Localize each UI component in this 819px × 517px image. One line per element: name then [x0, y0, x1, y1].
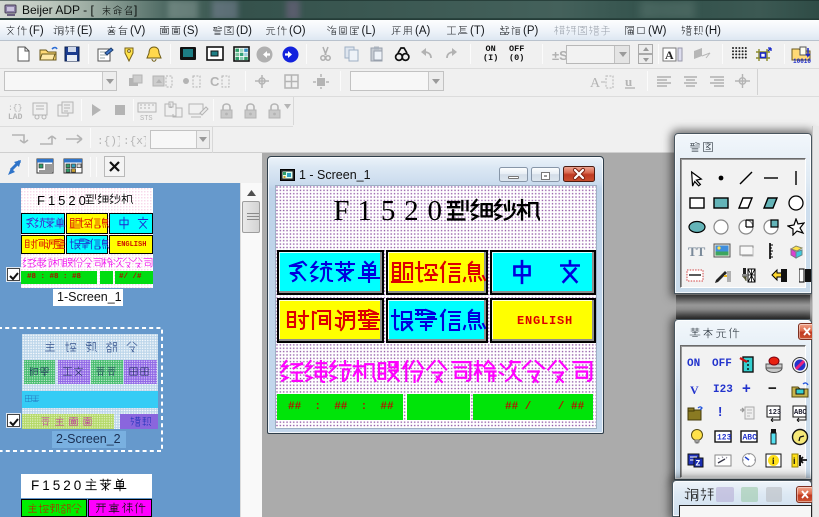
svg-text:C: C	[210, 74, 220, 89]
svg-text:A: A	[665, 48, 674, 62]
svg-text:i: i	[793, 456, 796, 466]
svg-text:Z: Z	[696, 460, 701, 469]
svg-text:A: A	[590, 76, 601, 90]
svg-text:ABC: ABC	[743, 434, 758, 443]
svg-text:123: 123	[769, 409, 782, 417]
svg-text::{)}: :{)}	[97, 136, 120, 148]
svg-text:u: u	[625, 74, 632, 89]
svg-text:ABC: ABC	[794, 409, 807, 417]
svg-text:LAD: LAD	[8, 113, 23, 121]
svg-text:123: 123	[717, 434, 732, 443]
svg-text::{}: :{}	[8, 104, 22, 113]
svg-text:TT: TT	[688, 244, 706, 259]
svg-text:10010: 10010	[793, 58, 811, 64]
svg-text:STS: STS	[140, 115, 153, 121]
svg-text::{x}: :{x}	[123, 136, 146, 148]
